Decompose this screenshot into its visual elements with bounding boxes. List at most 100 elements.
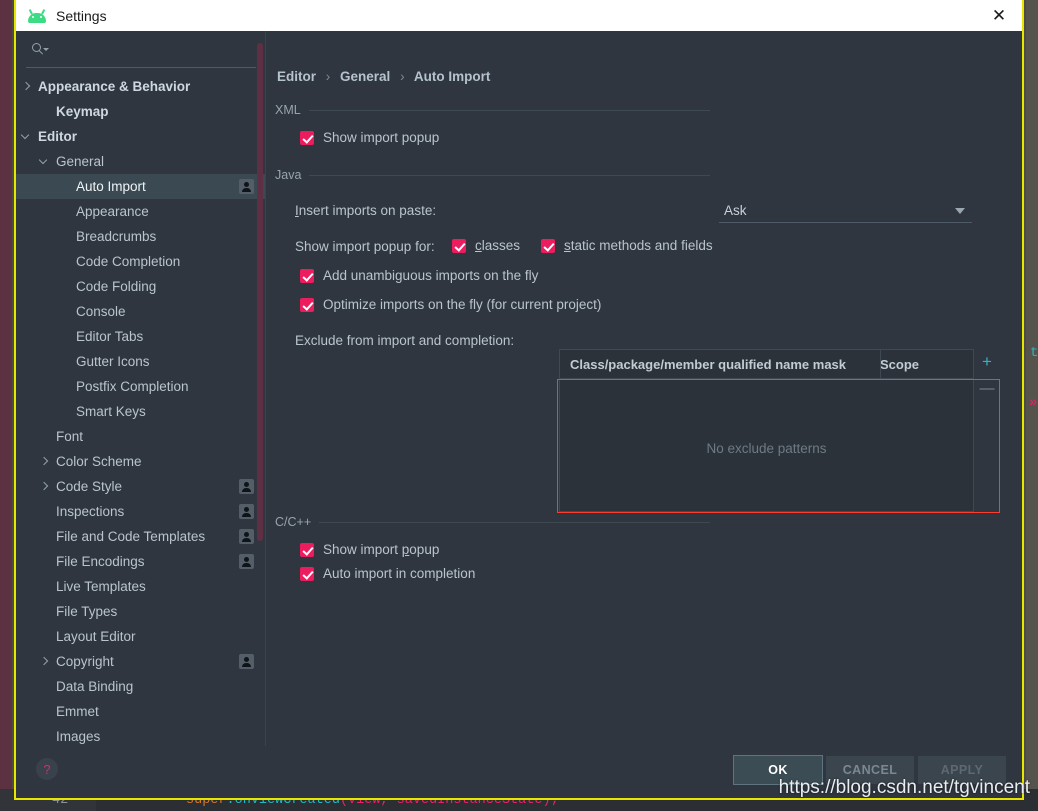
checkbox-row-cpp-auto-import[interactable]: Auto import in completion (300, 566, 475, 581)
column-header-scope[interactable]: Scope (880, 357, 919, 372)
breadcrumb-sep-2: › (400, 69, 405, 84)
breadcrumb-general[interactable]: General (340, 69, 390, 84)
person-icon (239, 654, 254, 669)
person-icon (239, 179, 254, 194)
sidebar-item-postfix-completion[interactable]: Postfix Completion (16, 374, 266, 399)
checkbox-row-classes[interactable]: classes (452, 238, 520, 253)
sidebar-item-label: Auto Import (76, 179, 146, 194)
breadcrumb-editor[interactable]: Editor (277, 69, 316, 84)
table-header-row: Class/package/member qualified name mask… (560, 350, 973, 379)
sidebar-item-label: Console (76, 304, 126, 319)
dialog-titlebar: Settings ✕ (16, 0, 1022, 31)
sidebar-item-console[interactable]: Console (16, 299, 266, 324)
sidebar-item-appearance[interactable]: Appearance (16, 199, 266, 224)
checkbox-row-add-unambiguous[interactable]: Add unambiguous imports on the fly (300, 268, 538, 283)
cpp-popup-mnemonic: p (401, 542, 410, 557)
cpp-auto-import-checkbox[interactable] (300, 566, 314, 581)
close-icon[interactable]: ✕ (976, 0, 1022, 31)
search-input[interactable] (26, 37, 256, 68)
insert-imports-label-rest: nsert imports on paste: (298, 203, 437, 218)
sidebar-item-label: General (56, 154, 105, 169)
sidebar-item-file-and-code-templates[interactable]: File and Code Templates (16, 524, 266, 549)
chevron-down-icon[interactable] (38, 156, 50, 168)
sidebar-item-auto-import[interactable]: Auto Import (16, 174, 266, 199)
help-icon[interactable]: ? (36, 758, 58, 780)
sidebar-item-font[interactable]: Font (16, 424, 266, 449)
sidebar-scrollbar[interactable] (257, 43, 263, 541)
checkbox-row-optimize-imports[interactable]: Optimize imports on the fly (for current… (300, 297, 601, 312)
sidebar-item-inspections[interactable]: Inspections (16, 499, 266, 524)
sidebar-item-label: Smart Keys (76, 404, 146, 419)
sidebar-item-data-binding[interactable]: Data Binding (16, 674, 266, 699)
sidebar-item-code-completion[interactable]: Code Completion (16, 249, 266, 274)
ok-button[interactable]: OK (733, 755, 823, 785)
screen: t » 42 super.onViewCreated(view, savedIn… (0, 0, 1038, 811)
table-column-separator (880, 350, 881, 379)
chevron-down-icon[interactable] (20, 131, 32, 143)
xml-show-import-popup-label: Show import popup (323, 130, 440, 145)
checkbox-row-cpp-show-import-popup[interactable]: Show import popup (300, 542, 439, 557)
sidebar-item-editor-tabs[interactable]: Editor Tabs (16, 324, 266, 349)
sidebar-item-code-folding[interactable]: Code Folding (16, 274, 266, 299)
settings-main-pane: Editor › General › Auto Import XML Show … (266, 31, 1022, 746)
ide-marker-teal: t (1030, 345, 1038, 361)
sidebar-item-editor[interactable]: Editor (16, 124, 266, 149)
sidebar-item-keymap[interactable]: Keymap (16, 99, 266, 124)
show-popup-for-label: Show import popup for: (295, 239, 435, 254)
cancel-button[interactable]: CANCEL (826, 756, 914, 784)
sidebar-item-emmet[interactable]: Emmet (16, 699, 266, 724)
section-header-cpp: C/C++ (275, 515, 710, 529)
sidebar-item-label: Live Templates (56, 579, 146, 594)
sidebar-item-label: Data Binding (56, 679, 134, 694)
person-icon (239, 529, 254, 544)
sidebar-item-layout-editor[interactable]: Layout Editor (16, 624, 266, 649)
xml-show-import-popup-checkbox[interactable] (300, 130, 314, 145)
section-title-java: Java (275, 168, 302, 182)
add-pattern-button[interactable]: + (974, 349, 1000, 375)
sidebar-item-label: Code Style (56, 479, 123, 494)
exclude-from-import-label: Exclude from import and completion: (295, 333, 515, 348)
dialog-title: Settings (56, 7, 107, 24)
sidebar-item-file-types[interactable]: File Types (16, 599, 266, 624)
sidebar-item-live-templates[interactable]: Live Templates (16, 574, 266, 599)
sidebar-item-label: Font (56, 429, 84, 444)
chevron-right-icon[interactable] (38, 456, 50, 468)
column-header-mask[interactable]: Class/package/member qualified name mask (570, 357, 846, 372)
checkbox-row-xml-show-import-popup[interactable]: Show import popup (300, 130, 439, 145)
section-rule-xml (308, 109, 710, 111)
add-unambiguous-label: Add unambiguous imports on the fly (323, 268, 539, 283)
chevron-right-icon[interactable] (38, 481, 50, 493)
sidebar-item-color-scheme[interactable]: Color Scheme (16, 449, 266, 474)
sidebar-item-general[interactable]: General (16, 149, 266, 174)
table-body[interactable]: No exclude patterns (560, 379, 973, 511)
sidebar-item-gutter-icons[interactable]: Gutter Icons (16, 349, 266, 374)
sidebar-item-breadcrumbs[interactable]: Breadcrumbs (16, 224, 266, 249)
sidebar-item-code-style[interactable]: Code Style (16, 474, 266, 499)
breadcrumb-sep-1: › (325, 69, 331, 84)
sidebar-item-label: Postfix Completion (76, 379, 189, 394)
checkbox-row-static-methods[interactable]: static methods and fields (541, 238, 713, 253)
chevron-right-icon[interactable] (20, 81, 32, 93)
sidebar-item-file-encodings[interactable]: File Encodings (16, 549, 266, 574)
sidebar-item-copyright[interactable]: Copyright (16, 649, 266, 674)
cpp-auto-import-label: Auto import in completion (323, 566, 476, 581)
settings-sidebar: Appearance & Behavior Keymap Editor General… (16, 31, 266, 746)
remove-pattern-button[interactable]: — (974, 375, 1000, 401)
cpp-show-import-popup-checkbox[interactable] (300, 542, 314, 557)
section-title-cpp: C/C++ (275, 515, 312, 529)
sidebar-item-label: Breadcrumbs (76, 229, 157, 244)
add-unambiguous-checkbox[interactable] (300, 268, 314, 283)
classes-checkbox[interactable] (452, 238, 466, 253)
static-methods-checkbox[interactable] (541, 238, 555, 253)
sidebar-item-label: File Types (56, 604, 118, 619)
sidebar-item-appearance-behavior[interactable]: Appearance & Behavior (16, 74, 266, 99)
sidebar-item-smart-keys[interactable]: Smart Keys (16, 399, 266, 424)
apply-button[interactable]: APPLY (918, 756, 1006, 784)
chevron-right-icon[interactable] (38, 656, 50, 668)
insert-imports-dropdown[interactable]: Ask (719, 199, 972, 223)
optimize-imports-label: Optimize imports on the fly (for current… (323, 297, 602, 312)
sidebar-item-images[interactable]: Images (16, 724, 266, 746)
person-icon (239, 504, 254, 519)
person-icon (239, 554, 254, 569)
optimize-imports-checkbox[interactable] (300, 297, 314, 312)
